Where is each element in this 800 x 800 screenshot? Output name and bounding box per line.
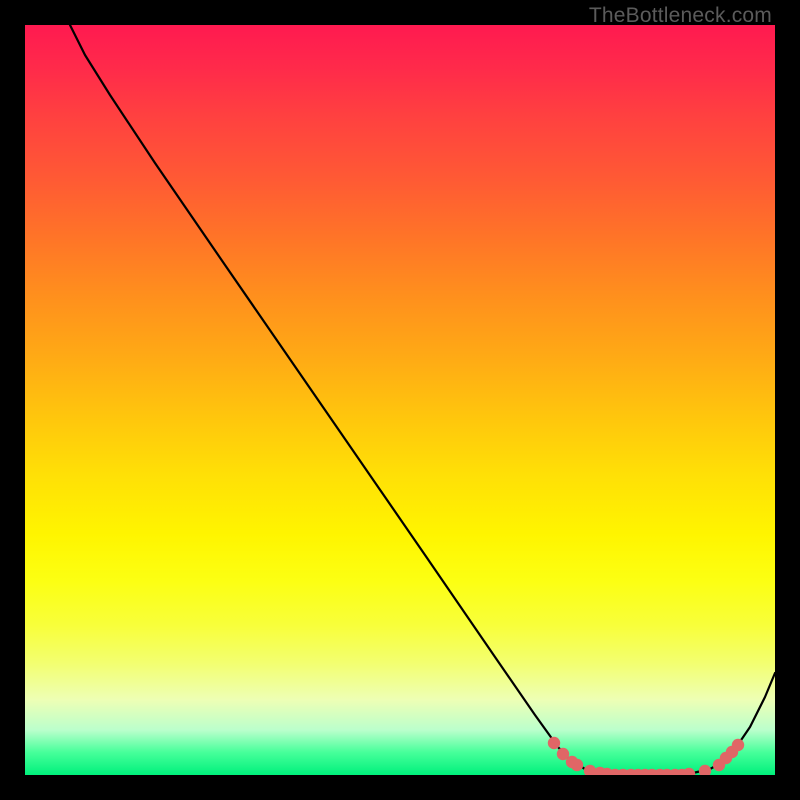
bottleneck-chart: TheBottleneck.com xyxy=(0,0,800,800)
data-marker xyxy=(699,765,711,775)
plot-area xyxy=(25,25,775,775)
data-marker xyxy=(571,759,583,771)
data-marker xyxy=(683,768,695,775)
data-markers xyxy=(548,737,744,775)
data-marker xyxy=(548,737,560,749)
bottleneck-curve xyxy=(70,25,775,775)
chart-svg xyxy=(25,25,775,775)
data-marker xyxy=(732,739,744,751)
watermark-text: TheBottleneck.com xyxy=(589,4,772,28)
